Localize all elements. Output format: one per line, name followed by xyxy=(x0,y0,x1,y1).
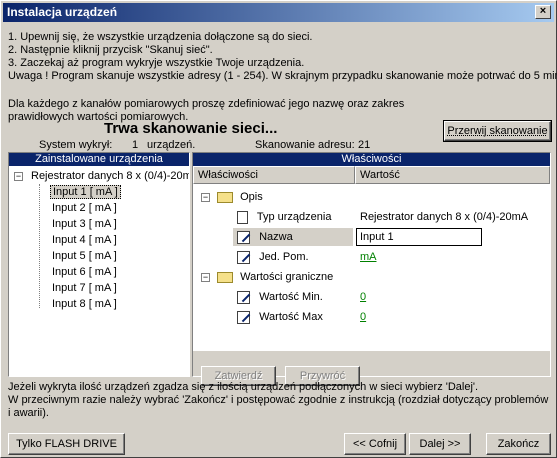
next-button[interactable]: Dalej >> xyxy=(409,433,471,455)
group-limits-label: Wartości graniczne xyxy=(240,271,334,283)
instruction-line-2: 2. Następnie kliknij przycisk "Skanuj si… xyxy=(8,44,213,56)
tree-item-input-1[interactable]: Input 1 [ mA ] xyxy=(9,184,189,200)
tree-item-label: Input 2 [ mA ] xyxy=(52,202,117,214)
tree-item-input-5[interactable]: Input 5 [ mA ] xyxy=(9,248,189,264)
tree-item-label: Input 7 [ mA ] xyxy=(52,282,117,294)
footer-line-2: W przeciwnym razie należy wybrać 'Zakońc… xyxy=(8,394,549,419)
warning-line: Uwaga ! Program skanuje wszystkie adresy… xyxy=(8,70,557,82)
tree-root-device[interactable]: − Rejestrator danych 8 x (0/4)-20mA xyxy=(9,168,189,184)
device-type-label: Typ urządzenia xyxy=(256,211,332,223)
max-value-link[interactable]: 0 xyxy=(360,308,366,326)
stop-scan-button[interactable]: Przerwij skanowanie xyxy=(443,120,552,142)
scan-status-title: Trwa skanowanie sieci... xyxy=(104,120,278,137)
scan-address-value: 21 xyxy=(358,139,371,151)
properties-panel: Właściwości Właściwości Wartość − Opis T… xyxy=(192,152,551,386)
edit-icon xyxy=(237,250,250,264)
tree-item-input-4[interactable]: Input 4 [ mA ] xyxy=(9,232,189,248)
max-value-row: Wartość Max xyxy=(237,308,323,326)
group-opis-label: Opis xyxy=(240,191,263,203)
device-type-value: Rejestrator danych 8 x (0/4)-20mA xyxy=(360,211,529,223)
installed-devices-panel: Zainstalowane urządzenia − Rejestrator d… xyxy=(8,152,190,377)
group-limits[interactable]: − Wartości graniczne xyxy=(201,268,333,286)
collapse-icon[interactable]: − xyxy=(14,172,23,181)
name-input[interactable] xyxy=(356,228,482,246)
unit-value-link[interactable]: mA xyxy=(360,248,377,266)
instruction-line-1: 1. Upewnij się, że wszystkie urządzenia … xyxy=(8,31,313,43)
unit-label: Jed. Pom. xyxy=(259,251,309,263)
min-value-label: Wartość Min. xyxy=(259,291,323,303)
properties-columns: Właściwości Wartość xyxy=(193,166,550,184)
flash-drive-button[interactable]: Tylko FLASH DRIVE xyxy=(8,433,125,455)
collapse-icon[interactable]: − xyxy=(201,192,210,202)
tree-item-input-2[interactable]: Input 2 [ mA ] xyxy=(9,200,189,216)
tree-item-label: Input 1 [ mA ] xyxy=(50,185,121,199)
tree-item-label: Input 4 [ mA ] xyxy=(52,234,117,246)
folder-icon xyxy=(217,271,234,283)
device-type-row: Typ urządzenia xyxy=(237,208,331,226)
finish-button[interactable]: Zakończ xyxy=(486,433,551,455)
tree-item-label: Input 3 [ mA ] xyxy=(52,218,117,230)
tree-item-label: Input 5 [ mA ] xyxy=(52,250,117,262)
device-tree: − Rejestrator danych 8 x (0/4)-20mA Inpu… xyxy=(9,166,189,312)
detected-count: 1 xyxy=(132,139,139,151)
collapse-icon[interactable]: − xyxy=(201,272,210,282)
edit-icon xyxy=(237,230,250,244)
unit-row: Jed. Pom. xyxy=(237,248,309,266)
tree-connector-line xyxy=(39,184,40,308)
tree-item-input-7[interactable]: Input 7 [ mA ] xyxy=(9,280,189,296)
back-button[interactable]: << Cofnij xyxy=(344,433,406,455)
column-header-value[interactable]: Wartość xyxy=(355,166,550,184)
properties-header: Właściwości xyxy=(193,153,550,166)
name-label: Nazwa xyxy=(259,231,293,243)
name-row[interactable]: Nazwa xyxy=(237,228,293,246)
root-device-label: Rejestrator danych 8 x (0/4)-20mA xyxy=(31,170,189,182)
min-value-link[interactable]: 0 xyxy=(360,288,366,306)
column-header-property[interactable]: Właściwości xyxy=(193,166,355,184)
instructions: 1. Upewnij się, że wszystkie urządzenia … xyxy=(8,31,557,83)
tree-item-label: Input 6 [ mA ] xyxy=(52,266,117,278)
installation-dialog: Instalacja urządzeń × 1. Upewnij się, że… xyxy=(0,0,557,458)
group-opis[interactable]: − Opis xyxy=(201,188,263,206)
title-bar: Instalacja urządzeń × xyxy=(3,3,554,22)
instruction-line-3: 3. Zaczekaj aż program wykryje wszystkie… xyxy=(8,57,305,69)
document-icon xyxy=(237,210,248,224)
edit-icon xyxy=(237,310,250,324)
scan-address-label: Skanowanie adresu: xyxy=(255,139,355,151)
stop-scan-label: Przerwij skanowanie xyxy=(447,125,548,137)
tree-item-input-3[interactable]: Input 3 [ mA ] xyxy=(9,216,189,232)
footer-instructions: Jeżeli wykryta ilość urządzeń zgadza się… xyxy=(8,381,553,420)
max-value-label: Wartość Max xyxy=(259,311,323,323)
detected-label: System wykrył: xyxy=(39,139,113,151)
close-button[interactable]: × xyxy=(535,5,551,19)
installed-devices-header: Zainstalowane urządzenia xyxy=(9,153,189,166)
edit-icon xyxy=(237,290,250,304)
devices-label: urządzeń. xyxy=(147,139,196,151)
window-title: Instalacja urządzeń xyxy=(7,5,118,19)
folder-icon xyxy=(217,191,234,203)
tree-item-input-6[interactable]: Input 6 [ mA ] xyxy=(9,264,189,280)
min-value-row: Wartość Min. xyxy=(237,288,323,306)
tree-item-input-8[interactable]: Input 8 [ mA ] xyxy=(9,296,189,312)
properties-grid: − Opis Typ urządzenia Rejestrator danych… xyxy=(193,184,550,351)
footer-line-1: Jeżeli wykryta ilość urządzeń zgadza się… xyxy=(8,381,479,393)
tree-item-label: Input 8 [ mA ] xyxy=(52,298,117,310)
